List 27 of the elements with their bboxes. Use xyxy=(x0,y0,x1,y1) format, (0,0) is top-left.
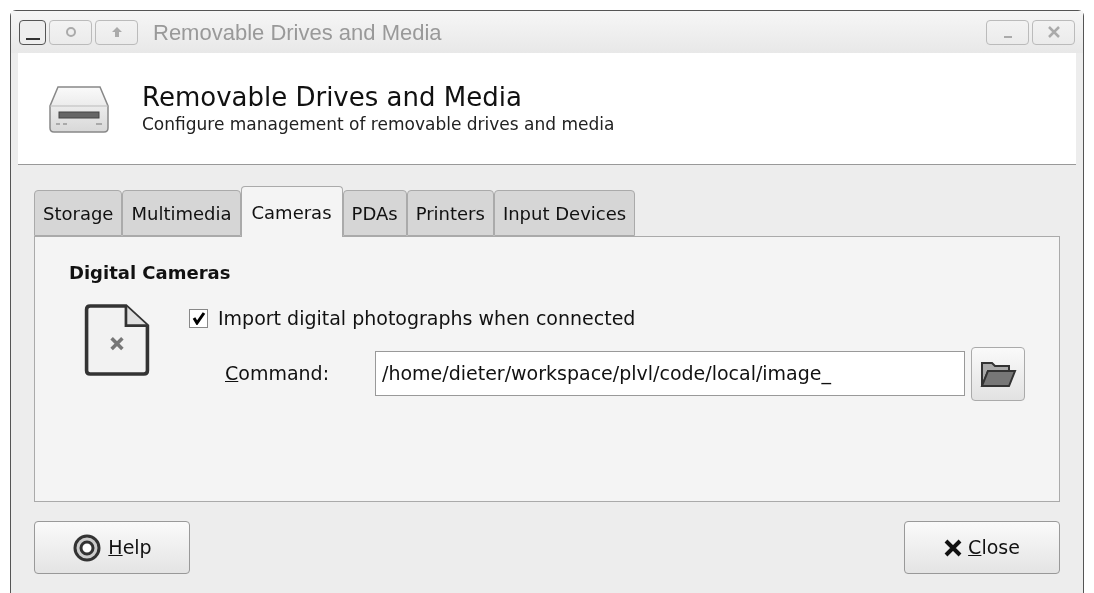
command-field[interactable]: /home/dieter/workspace/plvl/code/local/image_ xyxy=(375,351,965,396)
browse-button[interactable] xyxy=(971,346,1025,401)
tab[interactable]: Input Devices xyxy=(493,190,636,236)
tab[interactable]: PDAs xyxy=(342,190,407,236)
command-label: Command: xyxy=(225,361,331,387)
window-menu-button[interactable] xyxy=(19,19,46,45)
window-title: Removable Drives and Media xyxy=(153,18,442,47)
check-icon xyxy=(191,311,206,326)
up-arrow-icon xyxy=(110,26,123,38)
close-button[interactable]: Close xyxy=(904,521,1060,574)
close-window-button[interactable] xyxy=(1032,19,1075,45)
minimize-button[interactable] xyxy=(986,19,1029,45)
close-icon xyxy=(1047,26,1060,38)
header-title: Removable Drives and Media xyxy=(142,84,523,110)
lifebuoy-icon xyxy=(72,532,103,563)
tab[interactable]: Printers xyxy=(406,190,494,236)
section-title: Digital Cameras xyxy=(69,261,232,285)
header-subtitle: Configure management of removable drives and media xyxy=(142,116,615,133)
drive-icon xyxy=(46,83,112,134)
checkbox[interactable] xyxy=(189,308,208,328)
tab[interactable]: Multimedia xyxy=(122,190,241,236)
raise-button[interactable] xyxy=(95,19,138,45)
checkbox-label: Import digital photographs when connected xyxy=(218,306,636,331)
tab[interactable]: Cameras xyxy=(240,186,343,237)
tab[interactable]: Storage xyxy=(34,190,123,236)
close-icon xyxy=(944,538,963,557)
help-button[interactable]: Help xyxy=(34,521,190,574)
